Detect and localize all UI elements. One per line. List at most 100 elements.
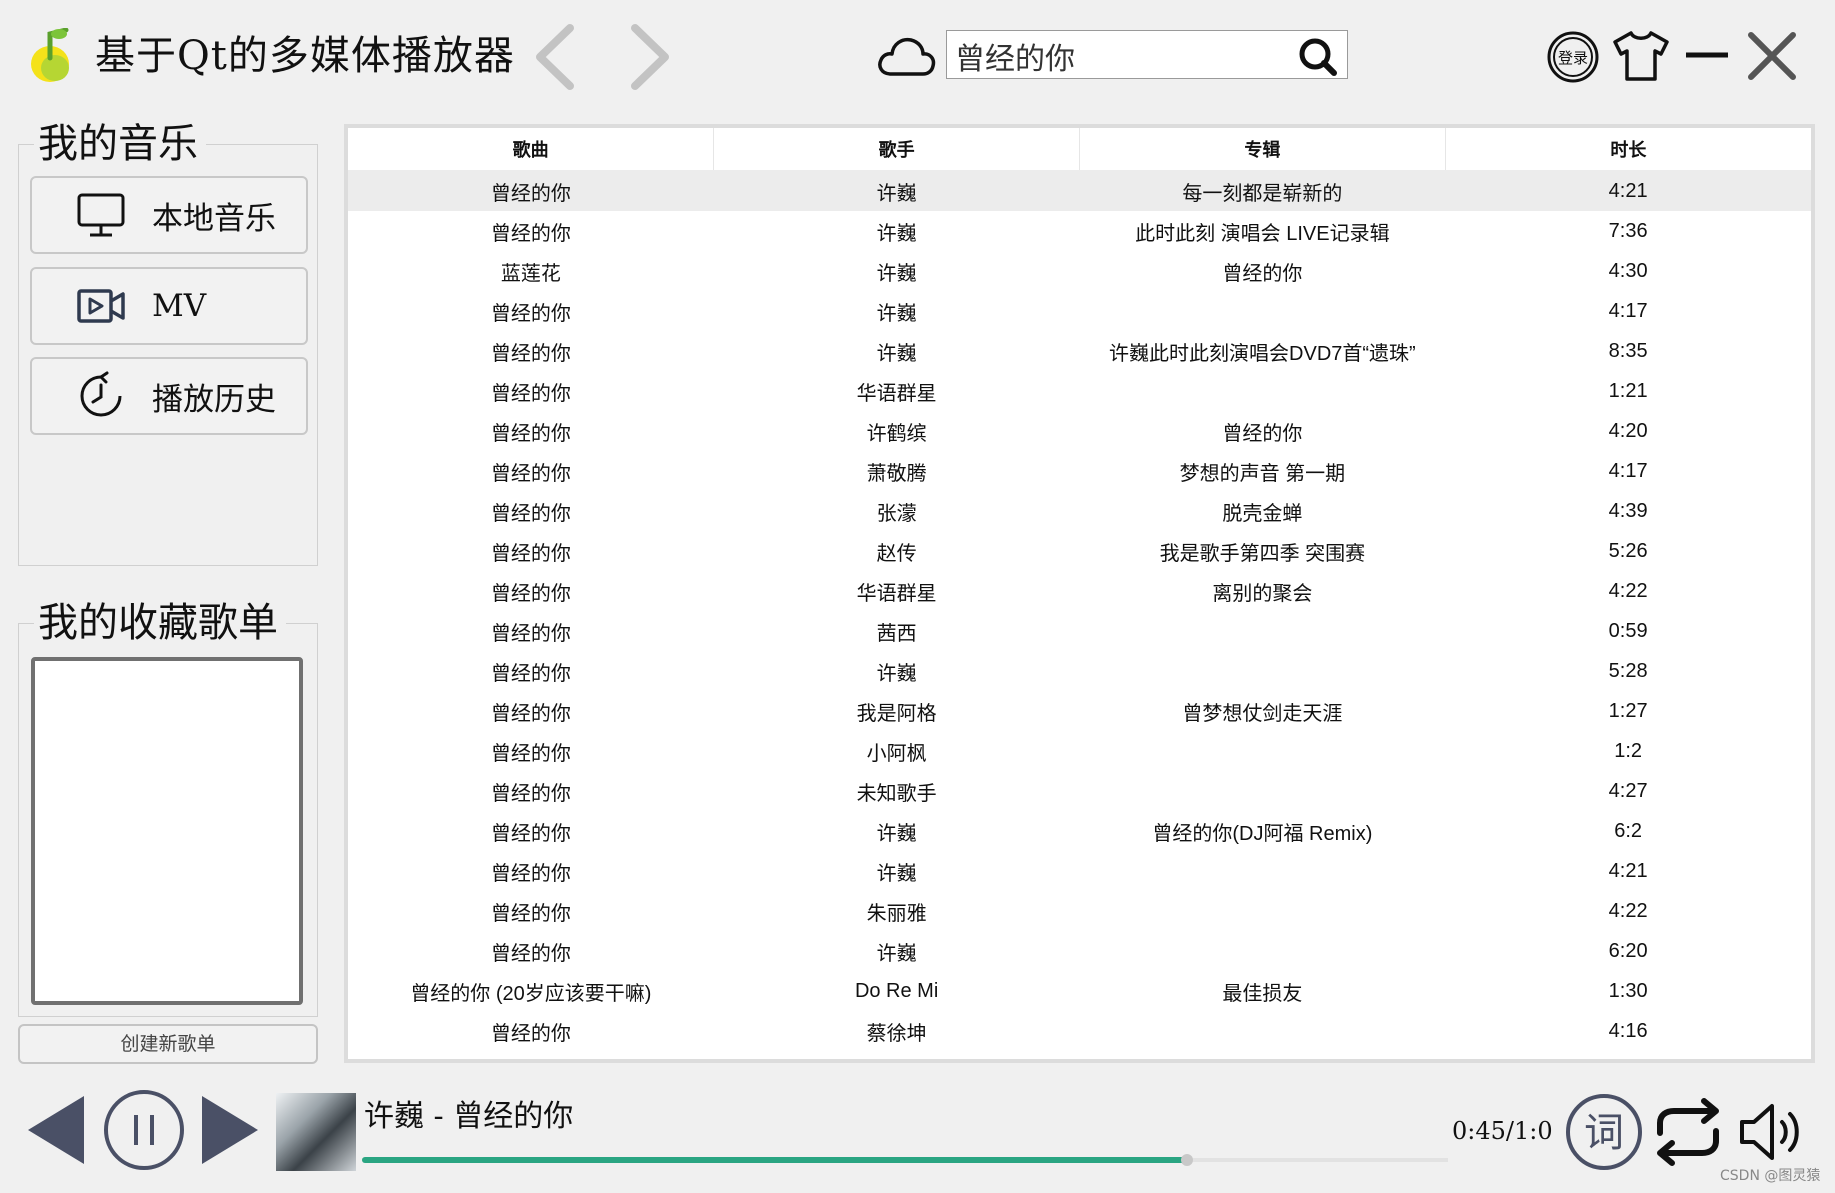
album-cell: 曾经的你	[1222, 262, 1303, 285]
table-row[interactable]: 曾经的你 未知歌手 4:27	[348, 771, 1811, 811]
duration-cell: 4:17	[1608, 459, 1648, 482]
duration-cell: 4:21	[1608, 859, 1648, 882]
duration-cell: 6:20	[1608, 939, 1648, 962]
close-button[interactable]	[1746, 30, 1798, 82]
nav-mv-button[interactable]: MV	[30, 267, 308, 345]
song-title-cell: 曾经的你	[490, 382, 571, 405]
column-header-song[interactable]: 歌曲	[348, 128, 715, 171]
album-cell	[1080, 771, 1446, 811]
song-title-cell: 曾经的你	[490, 702, 571, 725]
duration-cell: 1:30	[1608, 979, 1648, 1002]
forward-button[interactable]	[623, 24, 675, 90]
table-row[interactable]: 曾经的你 许巍 许巍此时此刻演唱会DVD7首“遗珠” 8:35	[348, 331, 1811, 371]
column-header-artist[interactable]: 歌手	[713, 128, 1080, 171]
table-row[interactable]: 曾经的你 许巍 4:17	[348, 291, 1811, 331]
song-title-cell: 曾经的你	[490, 302, 571, 325]
volume-button[interactable]	[1738, 1098, 1808, 1166]
album-cell	[1080, 731, 1446, 771]
search-button[interactable]	[1297, 36, 1337, 76]
table-row[interactable]: 曾经的你 蔡徐坤 4:16	[348, 1011, 1811, 1051]
duration-cell: 4:22	[1608, 579, 1648, 602]
nav-local-music-button[interactable]: 本地音乐	[30, 176, 308, 254]
album-cell: 最佳损友	[1222, 982, 1303, 1005]
lyrics-button[interactable]: 词	[1565, 1093, 1643, 1171]
album-cell	[1080, 891, 1446, 931]
artist-cell: 华语群星	[856, 382, 937, 405]
minimize-button[interactable]	[1684, 30, 1730, 80]
artist-cell: 许巍	[876, 942, 917, 965]
table-row[interactable]: 曾经的你 茜西 0:59	[348, 611, 1811, 651]
duration-cell: 4:16	[1608, 1019, 1648, 1042]
duration-cell: 8:35	[1608, 339, 1648, 362]
song-title-cell: 曾经的你	[348, 170, 714, 211]
time-label: 0:45/1:0	[1452, 1117, 1553, 1145]
table-row[interactable]: 曾经的你 赵传 我是歌手第四季 突围赛 5:26	[348, 531, 1811, 571]
table-row[interactable]: 曾经的你 华语群星 离别的聚会 4:22	[348, 571, 1811, 611]
table-row[interactable]: 曾经的你 许鹤缤 曾经的你 4:20	[348, 411, 1811, 451]
lyrics-icon: 词	[1566, 1094, 1642, 1170]
artist-cell: 张濛	[876, 502, 917, 525]
album-cell: 曾经的你(DJ阿福 Remix)	[1152, 822, 1373, 845]
volume-icon	[1740, 1104, 1799, 1160]
duration-cell: 1:2	[1614, 739, 1643, 762]
table-row[interactable]: 曾经的你 小阿枫 1:2	[348, 731, 1811, 771]
duration-cell: 4:39	[1608, 499, 1648, 522]
song-title-cell: 曾经的你	[490, 462, 571, 485]
artist-cell: 许巍	[876, 862, 917, 885]
table-row[interactable]: 曾经的你 许巍 曾经的你(DJ阿福 Remix) 6:2	[348, 811, 1811, 851]
previous-button[interactable]	[26, 1094, 86, 1166]
album-cell: 曾梦想仗剑走天涯	[1182, 702, 1343, 725]
create-playlist-button[interactable]: 创建新歌单	[18, 1024, 318, 1064]
song-title-cell: 曾经的你	[490, 342, 571, 365]
next-button[interactable]	[200, 1094, 260, 1166]
artist-cell: 许巍	[876, 262, 917, 285]
back-arrow-icon	[536, 24, 574, 90]
back-button[interactable]	[530, 24, 582, 90]
pause-button[interactable]	[103, 1089, 185, 1171]
duration-cell: 4:21	[1445, 170, 1811, 211]
previous-icon	[28, 1096, 84, 1164]
album-cell: 曾经的你	[1222, 422, 1303, 445]
table-row[interactable]: 曾经的你 朱丽雅 4:22	[348, 891, 1811, 931]
duration-cell: 5:26	[1608, 539, 1648, 562]
album-cell: 此时此刻 演唱会 LIVE记录辑	[1135, 222, 1390, 245]
table-row[interactable]: 曾经的你 华语群星 1:21	[348, 371, 1811, 411]
song-title-cell: 曾经的你	[490, 542, 571, 565]
table-row[interactable]: 蓝莲花 许巍 曾经的你 4:30	[348, 251, 1811, 291]
table-row[interactable]: 曾经的你 许巍 每一刻都是崭新的 4:21	[348, 170, 1811, 211]
skin-button[interactable]	[1612, 30, 1670, 82]
playlist-list[interactable]	[31, 657, 303, 1005]
search-icon	[1299, 38, 1337, 76]
album-cell	[1080, 611, 1446, 651]
artist-cell: 许巍	[876, 222, 917, 245]
album-cell	[1080, 851, 1446, 891]
progress-handle[interactable]	[1181, 1154, 1193, 1166]
duration-cell: 7:36	[1608, 219, 1648, 242]
table-row[interactable]: 曾经的你 萧敬腾 梦想的声音 第一期 4:17	[348, 451, 1811, 491]
cloud-icon[interactable]	[875, 32, 937, 80]
table-row[interactable]: 曾经的你 许巍 4:21	[348, 851, 1811, 891]
video-icon	[77, 289, 125, 323]
song-table-container[interactable]: 歌曲 歌手 专辑 时长 曾经的你 许巍 每一刻都是崭新的 4:21 曾经的你 许巍 此时此刻…	[344, 124, 1815, 1063]
song-title-cell: 曾经的你	[490, 1022, 571, 1045]
table-row[interactable]: 曾经的你 (20岁应该要干嘛) Do Re Mi 最佳损友 1:30	[348, 971, 1811, 1011]
table-row[interactable]: 曾经的你 我是阿格 曾梦想仗剑走天涯 1:27	[348, 691, 1811, 731]
column-header-duration[interactable]: 时长	[1445, 128, 1811, 171]
album-cover[interactable]	[276, 1093, 356, 1171]
song-title-cell: 曾经的你	[490, 942, 571, 965]
table-row[interactable]: 曾经的你 许巍 5:28	[348, 651, 1811, 691]
search-input[interactable]	[953, 31, 1287, 80]
artist-cell: 许巍	[876, 662, 917, 685]
artist-cell: 许巍	[876, 342, 917, 365]
album-cell: 离别的聚会	[1212, 582, 1313, 605]
loop-icon	[1657, 1098, 1719, 1166]
nav-history-button[interactable]: 播放历史	[30, 357, 308, 435]
song-title-cell: 曾经的你	[490, 582, 571, 605]
login-button[interactable]: 登录	[1546, 30, 1600, 84]
table-row[interactable]: 曾经的你 许巍 6:20	[348, 931, 1811, 971]
column-header-album[interactable]: 专辑	[1079, 128, 1446, 171]
table-row[interactable]: 曾经的你 张濛 脱壳金蝉 4:39	[348, 491, 1811, 531]
pause-icon	[104, 1090, 184, 1170]
table-row[interactable]: 曾经的你 许巍 此时此刻 演唱会 LIVE记录辑 7:36	[348, 211, 1811, 251]
loop-button[interactable]	[1652, 1097, 1724, 1167]
